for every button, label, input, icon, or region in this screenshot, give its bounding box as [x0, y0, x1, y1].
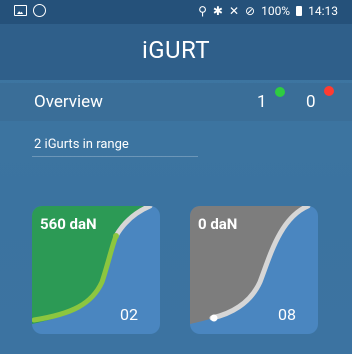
status-left-icons	[14, 4, 46, 17]
battery-percent: 100%	[261, 4, 291, 18]
app-screen: ⚲ ✱ ✕ ⊘ 100% 14:13 iGURT Overview 1 0 2 …	[0, 0, 352, 354]
igurt-number: 08	[278, 305, 296, 324]
app-title: iGURT	[142, 36, 210, 64]
location-icon: ⚲	[198, 4, 207, 18]
overview-label: Overview	[34, 92, 103, 112]
status-bar: ⚲ ✱ ✕ ⊘ 100% 14:13	[0, 0, 352, 24]
status-right-icons: ⚲ ✱ ✕ ⊘ 100% 14:13	[198, 4, 338, 18]
do-not-disturb-icon: ⊘	[245, 4, 256, 18]
sync-notification-icon	[33, 4, 46, 17]
overview-bar[interactable]: Overview 1 0	[0, 83, 352, 121]
image-notification-icon	[14, 5, 27, 16]
gauge-indicator-dot	[210, 314, 218, 322]
igurt-card-02[interactable]: 560 daN 02	[32, 206, 160, 334]
clock: 14:13	[308, 4, 338, 18]
battery-icon	[296, 6, 303, 16]
gauge-indicator-dot	[113, 233, 119, 239]
igurt-number: 02	[120, 305, 138, 324]
mute-icon: ✕	[228, 4, 240, 18]
bluetooth-icon: ✱	[212, 4, 223, 18]
in-range-text: 2 iGurts in range	[34, 137, 129, 152]
green-status-dot	[275, 87, 285, 97]
igurt-card-08[interactable]: 0 daN 08	[190, 206, 318, 334]
red-status-dot	[324, 86, 334, 96]
green-count: 1	[257, 92, 267, 112]
in-range-status: 2 iGurts in range	[32, 134, 198, 157]
force-value: 0 daN	[198, 215, 238, 233]
app-bar: iGURT	[0, 24, 352, 80]
force-value: 560 daN	[40, 215, 97, 233]
red-count: 0	[306, 92, 316, 112]
